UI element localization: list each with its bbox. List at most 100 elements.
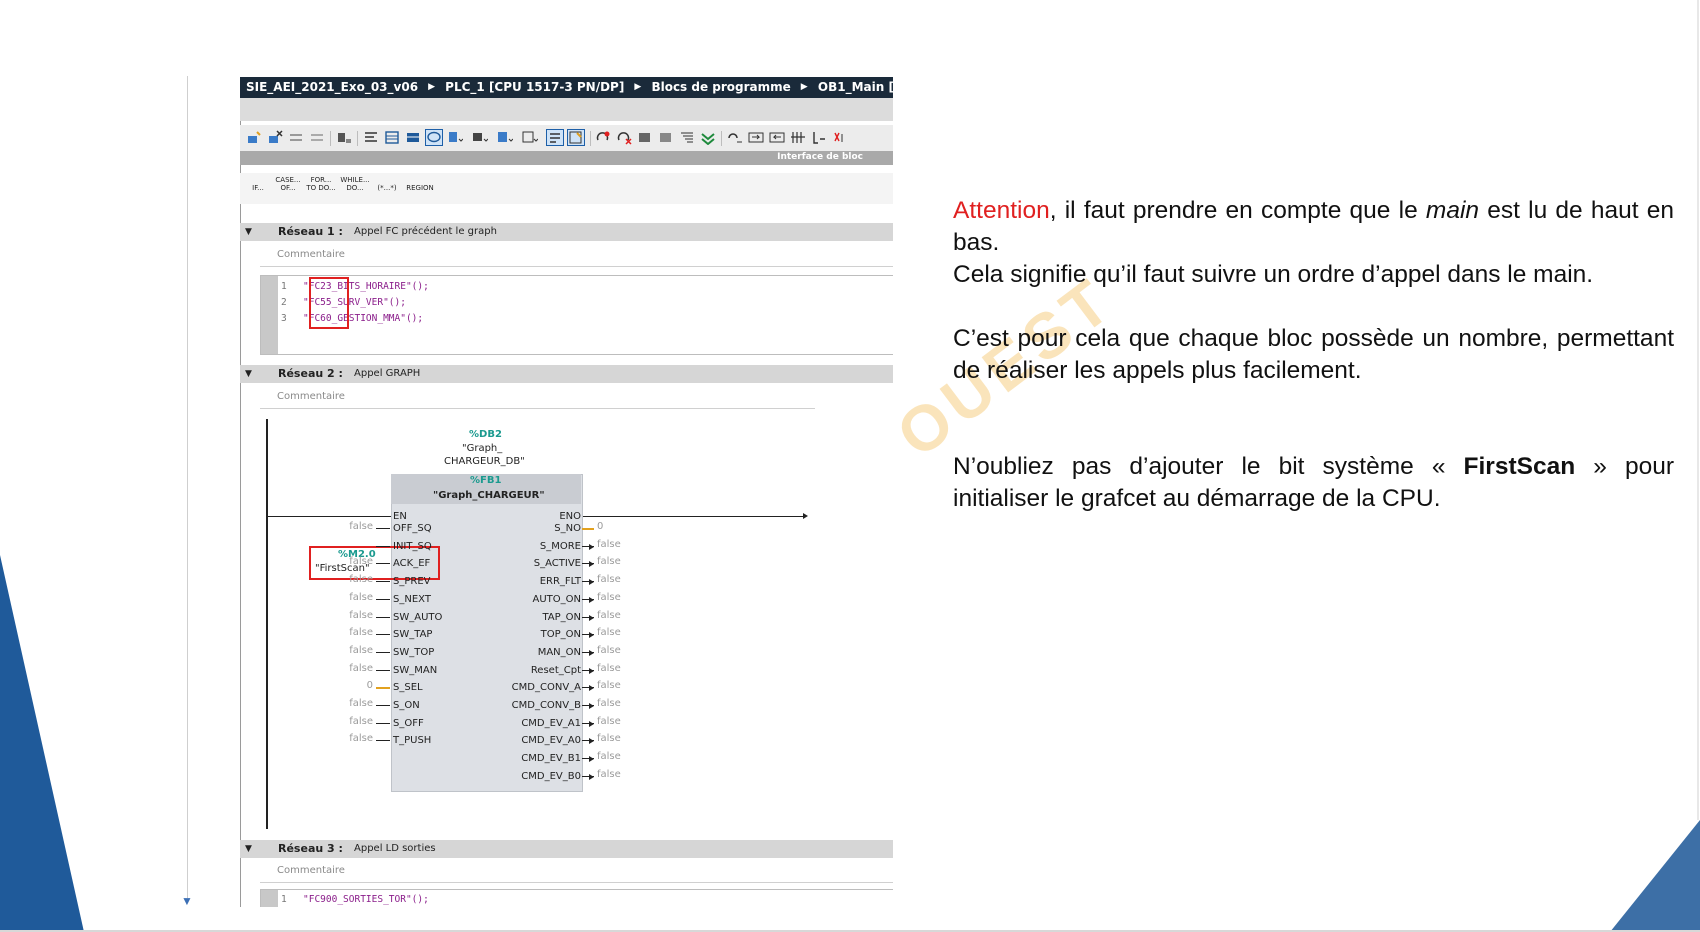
fb-input-pin-s-off[interactable]: S_OFF bbox=[393, 718, 424, 729]
fb-output-value[interactable]: false bbox=[597, 539, 621, 551]
modify-value-icon[interactable] bbox=[637, 130, 653, 145]
fb-output-value[interactable]: false bbox=[597, 716, 621, 728]
comment-network-icon[interactable] bbox=[336, 130, 352, 145]
network-2-header[interactable]: ▼ Réseau 2 : Appel GRAPH bbox=[240, 365, 893, 383]
fb-en-pin[interactable]: EN bbox=[393, 511, 407, 522]
favorites-bar-icon[interactable] bbox=[567, 129, 585, 146]
network-3-comment[interactable]: Commentaire bbox=[277, 865, 345, 876]
breadcrumb-item-blocks[interactable]: Blocs de programme bbox=[645, 77, 790, 98]
go-to-previous-error-icon[interactable] bbox=[727, 130, 743, 145]
fb-output-value[interactable]: false bbox=[597, 733, 621, 745]
code-line-3[interactable]: 3 "FC60_GESTION_MMA"(); bbox=[281, 311, 423, 326]
fb-output-pin-tap-on[interactable]: TAP_ON bbox=[542, 612, 581, 623]
favorites-dropdown-icon[interactable] bbox=[447, 130, 463, 145]
fb-output-value[interactable]: false bbox=[597, 574, 621, 586]
network-2-title[interactable]: Appel GRAPH bbox=[354, 365, 420, 383]
monitoring-on-icon[interactable] bbox=[595, 130, 611, 145]
breadcrumb-item-ob1[interactable]: OB1_Main [OB1] bbox=[812, 77, 893, 98]
insert-network-icon[interactable] bbox=[246, 130, 262, 145]
fb-output-pin-cmd-conv-b[interactable]: CMD_CONV_B bbox=[512, 700, 581, 711]
keyword-comment-button[interactable]: (*...*) bbox=[374, 176, 400, 202]
fb-output-value[interactable]: false bbox=[597, 645, 621, 657]
network-1-header[interactable]: ▼ Réseau 1 : Appel FC précédent le graph bbox=[240, 223, 893, 241]
fb-input-value[interactable]: false bbox=[349, 610, 373, 622]
fb-output-pin-top-on[interactable]: TOP_ON bbox=[541, 629, 581, 640]
absolute-operands-icon[interactable] bbox=[546, 129, 564, 146]
fb-output-pin-cmd-conv-a[interactable]: CMD_CONV_A bbox=[512, 682, 581, 693]
fb-input-value[interactable]: false bbox=[349, 574, 373, 586]
breadcrumb-item-plc[interactable]: PLC_1 [CPU 1517-3 PN/DP] bbox=[439, 77, 624, 98]
network-3-title[interactable]: Appel LD sorties bbox=[354, 840, 436, 858]
block-call-dropdown-icon[interactable] bbox=[472, 130, 488, 145]
code-line-1[interactable]: 1 "FC23_BITS_HORAIRE"(); bbox=[281, 279, 429, 294]
fb-input-pin-t-push[interactable]: T_PUSH bbox=[393, 735, 431, 746]
keyword-for-button[interactable]: FOR... TO DO... bbox=[306, 176, 336, 202]
breadcrumb-item-project[interactable]: SIE_AEI_2021_Exo_03_v06 bbox=[240, 77, 418, 98]
fb-input-pin-off-sq[interactable]: OFF_SQ bbox=[393, 523, 432, 534]
fb-output-value[interactable]: false bbox=[597, 610, 621, 622]
fb-input-pin-init-sq[interactable]: INIT_SQ bbox=[393, 541, 432, 552]
fb-output-value[interactable]: false bbox=[597, 556, 621, 568]
collapse-network-2-icon[interactable]: ▼ bbox=[245, 365, 252, 383]
fb-output-value[interactable]: false bbox=[597, 627, 621, 639]
keyword-while-button[interactable]: WHILE... DO... bbox=[339, 176, 371, 202]
block-interface-bar[interactable]: Interface de bloc bbox=[240, 151, 893, 165]
indent-icon[interactable] bbox=[748, 130, 764, 145]
network-2-comment[interactable]: Commentaire bbox=[277, 391, 345, 402]
fb-input-pin-s-sel[interactable]: S_SEL bbox=[393, 682, 423, 693]
fb-output-value[interactable]: false bbox=[597, 663, 621, 675]
list-view-icon[interactable] bbox=[679, 130, 695, 145]
fb-input-value[interactable]: false bbox=[349, 733, 373, 745]
fb-output-pin-err-flt[interactable]: ERR_FLT bbox=[540, 576, 581, 587]
fb-input-value[interactable]: false bbox=[349, 645, 373, 657]
force-value-icon[interactable] bbox=[658, 130, 674, 145]
network-3-header[interactable]: ▼ Réseau 3 : Appel LD sorties bbox=[240, 840, 893, 858]
align-left-icon[interactable] bbox=[363, 130, 379, 145]
fb-input-pin-sw-tap[interactable]: SW_TAP bbox=[393, 629, 432, 640]
fb-output-value[interactable]: 0 bbox=[597, 521, 603, 533]
code-line-1[interactable]: 1 "FC900_SORTIES_TOR"(); bbox=[281, 892, 429, 907]
fb-input-value[interactable]: false bbox=[349, 521, 373, 533]
fb-input-value[interactable]: false bbox=[349, 663, 373, 675]
network-3-code-editor[interactable]: 1 "FC900_SORTIES_TOR"(); bbox=[260, 889, 893, 907]
db-name-line-2[interactable]: CHARGEUR_DB" bbox=[444, 456, 525, 468]
fb-output-value[interactable]: false bbox=[597, 698, 621, 710]
fb-input-value[interactable]: false bbox=[349, 627, 373, 639]
network-1-comment[interactable]: Commentaire bbox=[277, 249, 345, 260]
fb-input-pin-s-next[interactable]: S_NEXT bbox=[393, 594, 431, 605]
network-1-code-editor[interactable]: 1 "FC23_BITS_HORAIRE"(); 2 "FC55_SURV_VER"… bbox=[260, 275, 893, 355]
monitoring-off-icon[interactable] bbox=[616, 130, 632, 145]
fb-output-pin-cmd-ev-b1[interactable]: CMD_EV_B1 bbox=[521, 753, 581, 764]
instruction-dropdown-icon[interactable] bbox=[497, 130, 513, 145]
fb-output-pin-cmd-ev-a0[interactable]: CMD_EV_A0 bbox=[521, 735, 581, 746]
fb-output-value[interactable]: false bbox=[597, 751, 621, 763]
keyword-if-button[interactable]: IF... bbox=[246, 176, 270, 202]
fb-output-pin-s-active[interactable]: S_ACTIVE bbox=[534, 558, 581, 569]
fb-input-pin-s-prev[interactable]: S_PREV bbox=[393, 576, 431, 587]
network-view-dropdown-icon[interactable] bbox=[522, 130, 538, 145]
fb-input-value[interactable]: 0 bbox=[367, 680, 373, 692]
show-comments-icon[interactable] bbox=[425, 129, 443, 146]
keyword-region-button[interactable]: REGION bbox=[403, 176, 437, 202]
fb-output-pin-s-more[interactable]: S_MORE bbox=[540, 541, 581, 552]
collapse-network-3-icon[interactable]: ▼ bbox=[245, 840, 252, 858]
network-1-title[interactable]: Appel FC précédent le graph bbox=[354, 223, 497, 241]
fb-input-value[interactable]: false bbox=[349, 716, 373, 728]
uncomment-line-icon[interactable] bbox=[832, 130, 848, 145]
fb-output-pin-auto-on[interactable]: AUTO_ON bbox=[533, 594, 582, 605]
scroll-down-arrow-icon[interactable]: ▼ bbox=[181, 895, 193, 907]
fb-output-pin-man-on[interactable]: MAN_ON bbox=[538, 647, 581, 658]
fb-output-pin-reset-cpt[interactable]: Reset_Cpt bbox=[531, 665, 581, 676]
format-code-icon[interactable] bbox=[790, 130, 806, 145]
fb-input-value[interactable]: false bbox=[349, 592, 373, 604]
close-all-networks-icon[interactable] bbox=[405, 130, 421, 145]
fb-output-value[interactable]: false bbox=[597, 680, 621, 692]
download-icon[interactable] bbox=[700, 130, 716, 145]
fb-output-value[interactable]: false bbox=[597, 769, 621, 781]
fb-output-value[interactable]: false bbox=[597, 592, 621, 604]
fb-input-pin-sw-top[interactable]: SW_TOP bbox=[393, 647, 434, 658]
fb-input-pin-sw-man[interactable]: SW_MAN bbox=[393, 665, 437, 676]
fb-input-value[interactable]: false bbox=[349, 698, 373, 710]
delete-network-icon[interactable] bbox=[267, 130, 283, 145]
fb-input-pin-ack-ef[interactable]: ACK_EF bbox=[393, 558, 430, 569]
